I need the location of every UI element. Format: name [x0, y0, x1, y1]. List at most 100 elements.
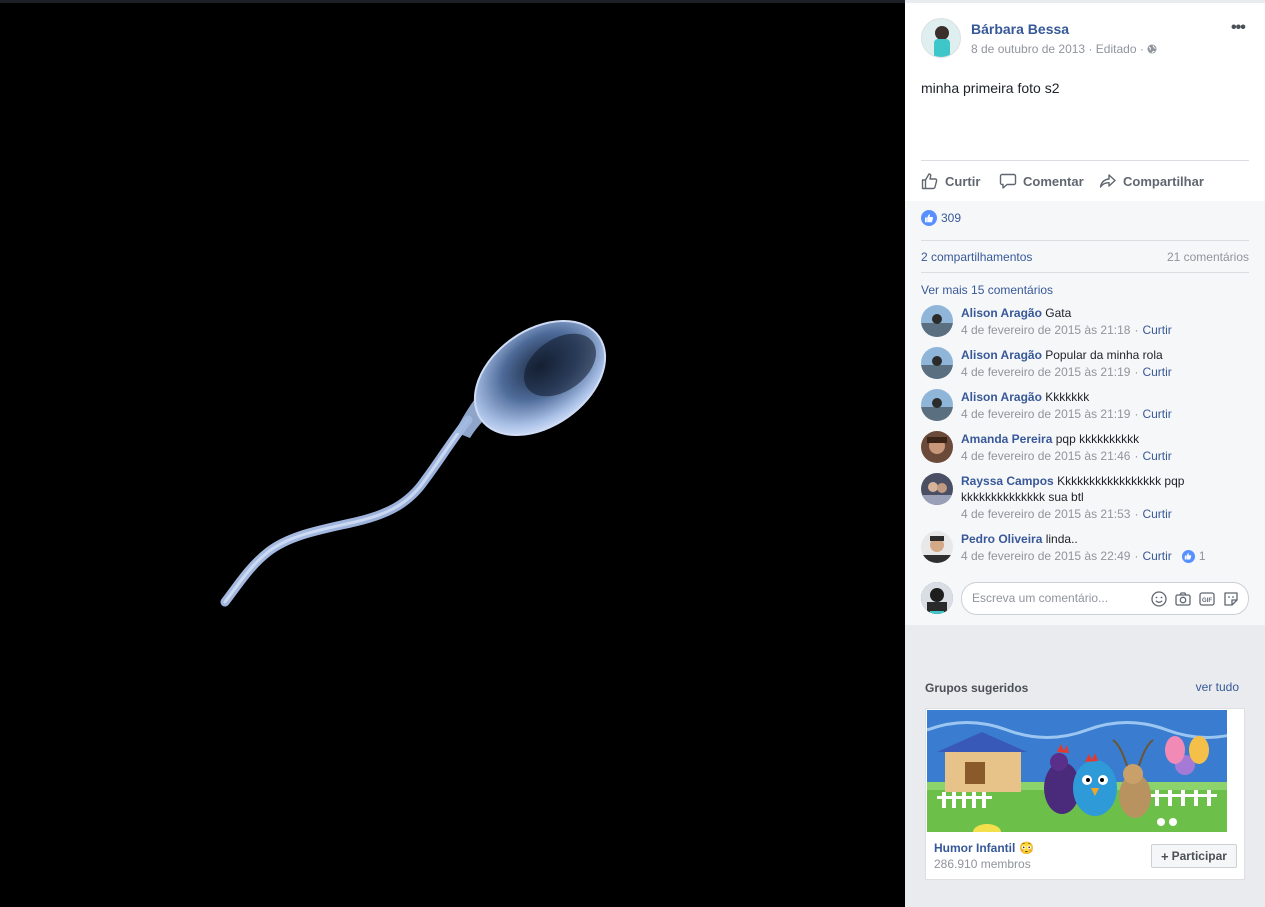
more-options-icon[interactable]: ••• — [1231, 19, 1246, 37]
commenter-name-link[interactable]: Alison Aragão — [961, 348, 1042, 362]
comment-like-link[interactable]: Curtir — [1142, 407, 1171, 421]
divider — [921, 272, 1249, 273]
post-date[interactable]: 8 de outubro de 2013 — [971, 42, 1085, 56]
reaction-count[interactable]: 309 — [941, 211, 961, 225]
separator: · — [1088, 42, 1093, 56]
comment-input[interactable] — [972, 591, 1142, 605]
post-photo — [220, 319, 607, 607]
share-icon — [1099, 174, 1116, 188]
svg-text:GIF: GIF — [1202, 598, 1212, 604]
divider — [921, 240, 1249, 241]
comment-like-link[interactable]: Curtir — [1142, 449, 1171, 463]
comment-like-icon — [1181, 549, 1195, 563]
comment-body: Amanda Pereira pqp kkkkkkkkkk — [961, 431, 1251, 447]
comment-meta: 4 de fevereiro de 2015 às 21:19 · Curtir — [961, 365, 1172, 379]
suggested-groups: Grupos sugeridos ver tudo Humor Infantil… — [915, 666, 1255, 896]
comment-timestamp[interactable]: 4 de fevereiro de 2015 às 21:19 — [961, 365, 1130, 379]
comment-meta: 4 de fevereiro de 2015 às 22:49 · Curtir… — [961, 549, 1206, 563]
commenter-name-link[interactable]: Alison Aragão — [961, 306, 1042, 320]
comments-count[interactable]: 21 comentários — [1167, 250, 1249, 264]
commenter-avatar[interactable] — [921, 431, 953, 463]
join-label: Participar — [1171, 849, 1227, 863]
suggested-groups-title: Grupos sugeridos — [925, 681, 1029, 695]
comment-meta: 4 de fevereiro de 2015 às 21:18 · Curtir — [961, 323, 1172, 337]
like-reaction-icon — [921, 210, 937, 226]
commenter-name-link[interactable]: Alison Aragão — [961, 390, 1042, 404]
like-label: Curtir — [945, 173, 981, 189]
join-group-button[interactable]: + Participar — [1151, 844, 1237, 868]
share-button[interactable]: Compartilhar — [1099, 161, 1204, 201]
commenter-avatar[interactable] — [921, 473, 953, 505]
comment-body: Alison Aragão Popular da minha rola — [961, 347, 1251, 363]
commenter-avatar[interactable] — [921, 347, 953, 379]
author-avatar[interactable] — [921, 18, 961, 58]
comment-text: Kkkkkkk — [1045, 390, 1090, 404]
author-name-link[interactable]: Bárbara Bessa — [971, 21, 1069, 37]
comment-body: Alison Aragão Kkkkkkk — [961, 389, 1251, 405]
commenter-avatar[interactable] — [921, 389, 953, 421]
group-name: Humor Infantil — [934, 841, 1016, 855]
commenter-name-link[interactable]: Pedro Oliveira — [961, 532, 1042, 546]
comment-timestamp[interactable]: 4 de fevereiro de 2015 às 21:19 — [961, 407, 1130, 421]
comment-meta: 4 de fevereiro de 2015 às 21:46 · Curtir — [961, 449, 1172, 463]
group-member-count: 286.910 membros — [934, 857, 1031, 871]
view-more-comments-link[interactable]: Ver mais 15 comentários — [921, 283, 1053, 297]
group-name-link[interactable]: Humor Infantil 😳 — [934, 841, 1034, 855]
separator: · — [1134, 507, 1139, 521]
comment-timestamp[interactable]: 4 de fevereiro de 2015 às 22:49 — [961, 549, 1130, 563]
post-text: minha primeira foto s2 — [921, 80, 1060, 96]
comment-text: Popular da minha rola — [1045, 348, 1163, 362]
comment-composer[interactable]: GIF — [961, 582, 1249, 615]
group-card[interactable]: Humor Infantil 😳 286.910 membros + Parti… — [925, 708, 1245, 880]
comment-text: linda.. — [1045, 532, 1078, 546]
thumbs-up-icon — [921, 173, 938, 190]
separator: · — [1134, 365, 1139, 379]
like-button[interactable]: Curtir — [921, 161, 980, 201]
group-cover-image[interactable] — [927, 710, 1227, 832]
comment-like-link[interactable]: Curtir — [1142, 323, 1171, 337]
separator: · — [1134, 407, 1139, 421]
comment-like-link[interactable]: Curtir — [1142, 549, 1171, 563]
separator: · — [1134, 549, 1139, 563]
commenter-avatar[interactable] — [921, 305, 953, 337]
commenter-name-link[interactable]: Amanda Pereira — [961, 432, 1052, 446]
avatar-image — [922, 19, 960, 57]
post-date-line: 8 de outubro de 2013 · Editado · — [971, 42, 1157, 56]
sticker-icon[interactable] — [1222, 590, 1240, 608]
comment-timestamp[interactable]: 4 de fevereiro de 2015 às 21:53 — [961, 507, 1130, 521]
see-all-link[interactable]: ver tudo — [1196, 680, 1239, 694]
plus-icon: + — [1161, 848, 1169, 864]
action-bar: Curtir Comentar Compartilhar — [921, 160, 1249, 201]
comment-timestamp[interactable]: 4 de fevereiro de 2015 às 21:18 — [961, 323, 1130, 337]
photo-viewer[interactable] — [0, 0, 905, 907]
comment-meta: 4 de fevereiro de 2015 às 21:19 · Curtir — [961, 407, 1172, 421]
commenter-name-link[interactable]: Rayssa Campos — [961, 474, 1054, 488]
camera-icon[interactable] — [1174, 590, 1192, 608]
composer-avatar — [921, 582, 953, 614]
comment-body: Alison Aragão Gata — [961, 305, 1251, 321]
comment-timestamp[interactable]: 4 de fevereiro de 2015 às 21:46 — [961, 449, 1130, 463]
comment-meta: 4 de fevereiro de 2015 às 21:53 · Curtir — [961, 507, 1172, 521]
gif-icon[interactable]: GIF — [1198, 590, 1216, 608]
commenter-avatar[interactable] — [921, 531, 953, 563]
comment-like-link[interactable]: Curtir — [1142, 507, 1171, 521]
comment-button[interactable]: Comentar — [999, 161, 1084, 201]
edited-label[interactable]: Editado — [1096, 42, 1137, 56]
shares-count-link[interactable]: 2 compartilhamentos — [921, 250, 1032, 264]
emoji-icon[interactable] — [1150, 590, 1168, 608]
comment-like-count[interactable]: 1 — [1199, 549, 1206, 563]
comment-like-link[interactable]: Curtir — [1142, 365, 1171, 379]
comment-body: Rayssa Campos Kkkkkkkkkkkkkkkkk pqp kkkk… — [961, 473, 1251, 505]
share-label: Compartilhar — [1123, 173, 1204, 189]
comment-text: pqp kkkkkkkkkk — [1055, 432, 1140, 446]
reactions-summary[interactable]: 309 — [921, 210, 961, 226]
comment-label: Comentar — [1023, 173, 1084, 189]
flushed-face-emoji: 😳 — [1019, 841, 1035, 855]
globe-icon[interactable] — [1147, 42, 1157, 56]
comment-icon — [999, 173, 1017, 189]
post-side-panel: Bárbara Bessa 8 de outubro de 2013 · Edi… — [905, 0, 1265, 907]
separator: · — [1134, 449, 1139, 463]
comment-text: Gata — [1045, 306, 1072, 320]
comment-body: Pedro Oliveira linda.. — [961, 531, 1251, 547]
post-header-card: Bárbara Bessa 8 de outubro de 2013 · Edi… — [905, 3, 1265, 201]
